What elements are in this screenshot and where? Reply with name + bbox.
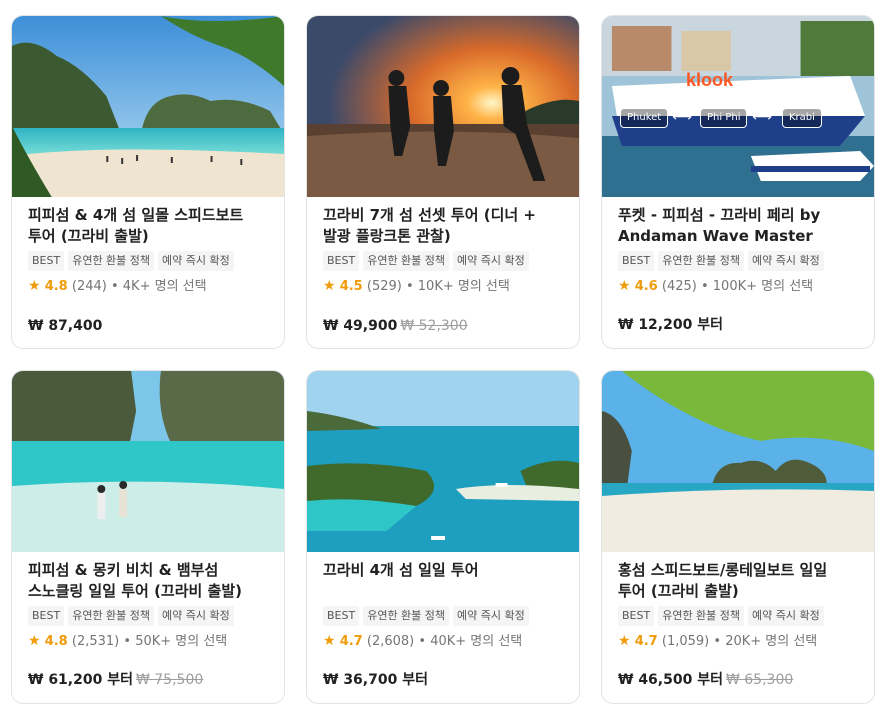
activity-title[interactable]: 홍섬 스피드보트/롱테일보트 일일 투어 (끄라비 출발)	[618, 560, 858, 602]
price: ₩ 61,200 부터	[28, 672, 133, 688]
original-price: ₩ 52,300	[400, 318, 468, 334]
star-icon: ★	[618, 633, 631, 649]
price-row: ₩ 12,200 부터	[618, 314, 726, 334]
star-icon: ★	[28, 278, 41, 294]
tag-best: BEST	[323, 251, 360, 271]
activity-title[interactable]: 피피섬 & 몽키 비치 & 뱀부섬 스노클링 일일 투어 (끄라비 출발)	[28, 560, 268, 602]
double-arrow-icon: ⟷	[672, 109, 693, 125]
rating-row: ★ 4.8 (244) • 4K+ 명의 선택	[28, 277, 268, 296]
booked-count: • 50K+ 명의 선택	[123, 634, 228, 649]
activity-card[interactable]: 피피섬 & 4개 섬 일몰 스피드보트 투어 (끄라비 출발) BEST 유연한…	[11, 15, 285, 349]
tag-refund: 유연한 환불 정책	[68, 251, 155, 271]
tag-instant: 예약 즉시 확정	[158, 251, 234, 271]
activity-title[interactable]: 피피섬 & 4개 섬 일몰 스피드보트 투어 (끄라비 출발)	[28, 205, 268, 247]
rating-score: 4.8	[44, 279, 68, 294]
tag-instant: 예약 즉시 확정	[158, 606, 234, 626]
activity-card[interactable]: 피피섬 & 몽키 비치 & 뱀부섬 스노클링 일일 투어 (끄라비 출발) BE…	[11, 370, 285, 704]
tag-best: BEST	[28, 251, 65, 271]
double-arrow-icon: ⟷	[752, 109, 773, 125]
original-price: ₩ 65,300	[725, 672, 794, 688]
route-label-from: Phuket	[620, 108, 669, 128]
activity-image-ferry[interactable]: klook Phuket ⟷ Phi Phi ⟷ Krabi	[602, 16, 874, 197]
tag-list: BEST 유연한 환불 정책 예약 즉시 확정	[28, 606, 268, 626]
tag-list: BEST 유연한 환불 정책 예약 즉시 확정	[618, 606, 858, 626]
activity-card[interactable]: 끄라비 7개 섬 선셋 투어 (디너 + 발광 플랑크톤 관찰) BEST 유연…	[306, 15, 580, 349]
tag-instant: 예약 즉시 확정	[748, 251, 824, 271]
tag-refund: 유연한 환불 정책	[658, 251, 745, 271]
rating-score: 4.6	[634, 279, 658, 294]
activity-card[interactable]: 끄라비 4개 섬 일일 투어 BEST 유연한 환불 정책 예약 즉시 확정 ★…	[306, 370, 580, 704]
booked-count: • 10K+ 명의 선택	[405, 279, 510, 294]
review-count: (425)	[661, 279, 697, 294]
tag-list: BEST 유연한 환불 정책 예약 즉시 확정	[323, 251, 563, 271]
price-row: ₩ 46,500 부터 ₩ 65,300	[618, 669, 793, 689]
tag-instant: 예약 즉시 확정	[748, 606, 824, 626]
rating-row: ★ 4.8 (2,531) • 50K+ 명의 선택	[28, 632, 268, 651]
price: ₩ 49,900	[323, 318, 398, 334]
rating-row: ★ 4.6 (425) • 100K+ 명의 선택	[618, 277, 858, 296]
review-count: (529)	[366, 279, 402, 294]
price: ₩ 12,200 부터	[618, 317, 723, 333]
tag-refund: 유연한 환불 정책	[363, 606, 450, 626]
rating-row: ★ 4.5 (529) • 10K+ 명의 선택	[323, 277, 563, 296]
booked-count: • 100K+ 명의 선택	[700, 279, 814, 294]
activity-image-bay-couple[interactable]	[12, 371, 284, 552]
tag-list: BEST 유연한 환불 정책 예약 즉시 확정	[618, 251, 858, 271]
activity-title[interactable]: 끄라비 4개 섬 일일 투어	[323, 560, 563, 602]
tag-best: BEST	[28, 606, 65, 626]
price: ₩ 36,700 부터	[323, 672, 428, 688]
activity-card[interactable]: 홍섬 스피드보트/롱테일보트 일일 투어 (끄라비 출발) BEST 유연한 환…	[601, 370, 875, 704]
original-price: ₩ 75,500	[135, 672, 204, 688]
tag-best: BEST	[618, 606, 655, 626]
activity-title[interactable]: 끄라비 7개 섬 선셋 투어 (디너 + 발광 플랑크톤 관찰)	[323, 205, 563, 247]
rating-score: 4.7	[339, 634, 363, 649]
tag-list: BEST 유연한 환불 정책 예약 즉시 확정	[28, 251, 268, 271]
rating-score: 4.8	[44, 634, 68, 649]
activity-image-beach-cliffs[interactable]	[12, 16, 284, 197]
route-label-to: Krabi	[782, 108, 822, 128]
tag-refund: 유연한 환불 정책	[658, 606, 745, 626]
klook-logo: klook	[686, 70, 734, 90]
star-icon: ★	[323, 633, 336, 649]
booked-count: • 40K+ 명의 선택	[418, 634, 523, 649]
tag-list: BEST 유연한 환불 정책 예약 즉시 확정	[323, 606, 563, 626]
price-row: ₩ 87,400	[28, 318, 105, 334]
price: ₩ 46,500 부터	[618, 672, 723, 688]
rating-score: 4.5	[339, 279, 363, 294]
star-icon: ★	[323, 278, 336, 294]
star-icon: ★	[618, 278, 631, 294]
review-count: (2,608)	[366, 634, 415, 649]
tag-refund: 유연한 환불 정책	[68, 606, 155, 626]
booked-count: • 4K+ 명의 선택	[110, 279, 207, 294]
tag-instant: 예약 즉시 확정	[453, 251, 529, 271]
tag-best: BEST	[323, 606, 360, 626]
activity-card-grid: 피피섬 & 4개 섬 일몰 스피드보트 투어 (끄라비 출발) BEST 유연한…	[0, 0, 883, 717]
booked-count: • 20K+ 명의 선택	[713, 634, 818, 649]
price: ₩ 87,400	[28, 318, 103, 334]
tag-best: BEST	[618, 251, 655, 271]
route-label-via: Phi Phi	[700, 108, 748, 128]
tag-instant: 예약 즉시 확정	[453, 606, 529, 626]
rating-score: 4.7	[634, 634, 658, 649]
activity-title[interactable]: 푸켓 - 피피섬 - 끄라비 페리 by Andaman Wave Master	[618, 205, 858, 247]
rating-row: ★ 4.7 (2,608) • 40K+ 명의 선택	[323, 632, 563, 651]
review-count: (1,059)	[661, 634, 710, 649]
tag-refund: 유연한 환불 정책	[363, 251, 450, 271]
price-row: ₩ 49,900 ₩ 52,300	[323, 318, 468, 334]
review-count: (2,531)	[71, 634, 120, 649]
rating-row: ★ 4.7 (1,059) • 20K+ 명의 선택	[618, 632, 858, 651]
activity-image-sunset-runners[interactable]	[307, 16, 579, 197]
activity-image-islands-aerial[interactable]	[307, 371, 579, 552]
price-row: ₩ 36,700 부터	[323, 669, 431, 689]
price-row: ₩ 61,200 부터 ₩ 75,500	[28, 669, 203, 689]
star-icon: ★	[28, 633, 41, 649]
activity-image-hong-island[interactable]	[602, 371, 874, 552]
activity-card[interactable]: klook Phuket ⟷ Phi Phi ⟷ Krabi 푸켓 - 피피섬 …	[601, 15, 875, 349]
review-count: (244)	[71, 279, 107, 294]
